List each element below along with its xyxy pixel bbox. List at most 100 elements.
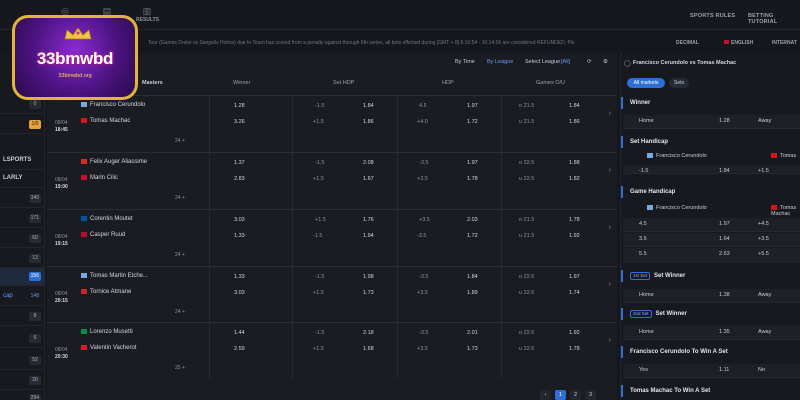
winner-odds-away[interactable]: 3.26 bbox=[234, 119, 245, 125]
first-set-odds[interactable]: 1.38 bbox=[719, 292, 730, 298]
team-away[interactable]: Marin Cilic bbox=[81, 175, 118, 181]
by-league-toggle[interactable]: By League bbox=[487, 59, 513, 65]
sidebar-item[interactable]: 1/0 bbox=[0, 116, 45, 134]
expand-arrow-icon[interactable]: › bbox=[609, 110, 611, 117]
fc-win-set-odds[interactable]: 1.11 bbox=[719, 367, 729, 373]
select-league-all[interactable]: [All] bbox=[561, 59, 570, 65]
set-handicap-odds[interactable]: 1.84 bbox=[719, 168, 730, 174]
game-handicap-row[interactable] bbox=[623, 218, 800, 232]
betting-tutorial-link[interactable]: BETTING TUTORIAL bbox=[748, 13, 800, 25]
winner-odds-home[interactable]: 1.37 bbox=[234, 160, 245, 166]
ou-odds-under[interactable]: 1.82 bbox=[569, 176, 580, 182]
page-1[interactable]: 1 bbox=[555, 390, 566, 400]
language-select[interactable]: ENGLISH bbox=[724, 38, 753, 48]
ou-odds-under[interactable]: 1.74 bbox=[569, 290, 580, 296]
expand-arrow-icon[interactable]: › bbox=[609, 281, 611, 288]
set-hdp-odds-away[interactable]: 1.67 bbox=[363, 176, 374, 182]
sidebar-item[interactable]: 156 bbox=[0, 268, 45, 286]
sidebar-item[interactable]: 13 bbox=[0, 250, 45, 268]
sidebar-item[interactable]: 60 bbox=[0, 230, 45, 248]
ou-odds-under[interactable]: 1.86 bbox=[569, 119, 580, 125]
set-hdp-odds-home[interactable]: 2.18 bbox=[363, 330, 374, 336]
sidebar-item[interactable]: 340 bbox=[0, 190, 45, 208]
winner-odds-away[interactable]: 2.59 bbox=[234, 346, 245, 352]
winner-odds-home[interactable]: 3.03 bbox=[234, 217, 245, 223]
game-handicap-odds[interactable]: 2.63 bbox=[719, 251, 730, 257]
set-hdp-odds-away[interactable]: 1.73 bbox=[363, 290, 374, 296]
sidebar-item[interactable]: 8 bbox=[0, 308, 45, 326]
hdp-odds-home[interactable]: 1.97 bbox=[467, 103, 478, 109]
results-link[interactable]: RESULTS bbox=[136, 17, 159, 23]
hdp-odds-away[interactable]: 1.73 bbox=[467, 346, 478, 352]
ou-odds-over[interactable]: 1.97 bbox=[569, 274, 580, 280]
expand-arrow-icon[interactable]: › bbox=[609, 337, 611, 344]
ou-odds-over[interactable]: 1.78 bbox=[569, 217, 580, 223]
tab-all-markets[interactable]: All markets bbox=[627, 78, 665, 88]
game-handicap-row[interactable] bbox=[623, 233, 800, 247]
set-hdp-odds-away[interactable]: 1.68 bbox=[363, 346, 374, 352]
expand-arrow-icon[interactable]: › bbox=[609, 224, 611, 231]
settings-icon[interactable]: ⚙ bbox=[603, 59, 608, 65]
sidebar-item[interactable]: 6 bbox=[0, 330, 45, 348]
sidebar-item[interactable]: 52 bbox=[0, 352, 45, 370]
page-2[interactable]: 2 bbox=[570, 390, 581, 400]
winner-odds-away[interactable]: 1.33 bbox=[234, 233, 245, 239]
hdp-odds-home[interactable]: 1.84 bbox=[467, 274, 478, 280]
more-markets-link[interactable]: 25 + bbox=[175, 365, 185, 371]
winner-odds-away[interactable]: 3.03 bbox=[234, 290, 245, 296]
site-logo[interactable]: 33bmwbd 33bmwbd.org bbox=[12, 15, 138, 100]
sidebar-item[interactable]: LARLY bbox=[0, 170, 45, 188]
odds-format-select[interactable]: DECIMAL bbox=[676, 38, 699, 48]
sidebar-item[interactable]: 20 bbox=[0, 372, 45, 390]
winner-odds-away[interactable]: 2.83 bbox=[234, 176, 245, 182]
sidebar-item[interactable]: cap 148 bbox=[0, 288, 45, 306]
sidebar-item[interactable]: 294 bbox=[0, 390, 45, 400]
set-hdp-odds-home[interactable]: 1.98 bbox=[363, 274, 374, 280]
hdp-odds-away[interactable]: 1.72 bbox=[467, 119, 478, 125]
hdp-odds-away[interactable]: 1.89 bbox=[467, 290, 478, 296]
expand-arrow-icon[interactable]: › bbox=[609, 167, 611, 174]
ou-odds-over[interactable]: 1.92 bbox=[569, 330, 580, 336]
ou-odds-over[interactable]: 1.84 bbox=[569, 103, 580, 109]
results-icon[interactable]: ▥ bbox=[142, 6, 152, 16]
set-hdp-odds-home[interactable]: 1.76 bbox=[363, 217, 374, 223]
set-handicap-row[interactable] bbox=[623, 166, 800, 174]
sidebar-item[interactable]: 171 bbox=[0, 210, 45, 228]
pagination-prev[interactable]: ‹ bbox=[540, 390, 551, 400]
team-away[interactable]: Valentin Vacherot bbox=[81, 345, 136, 351]
second-set-odds[interactable]: 1.35 bbox=[719, 329, 730, 335]
set-hdp-odds-away[interactable]: 1.94 bbox=[363, 233, 374, 239]
hdp-odds-away[interactable]: 1.78 bbox=[467, 176, 478, 182]
sidebar-item[interactable]: LSPORTS bbox=[0, 152, 45, 170]
winner-odds-home[interactable]: 1.28 bbox=[234, 103, 245, 109]
team-home[interactable]: Lorenzo Musetti bbox=[81, 329, 133, 335]
more-markets-link[interactable]: 24 + bbox=[175, 309, 185, 315]
page-3[interactable]: 3 bbox=[585, 390, 596, 400]
back-icon[interactable]: ◯ bbox=[624, 60, 631, 67]
by-time-toggle[interactable]: By Time bbox=[455, 59, 475, 65]
game-handicap-odds[interactable]: 1.97 bbox=[719, 221, 730, 227]
team-home[interactable]: Tomas Martin Etche... bbox=[81, 273, 148, 279]
more-markets-link[interactable]: 24 + bbox=[175, 195, 185, 201]
set-hdp-odds-away[interactable]: 1.86 bbox=[363, 119, 374, 125]
select-league-dropdown[interactable]: Select League bbox=[525, 59, 560, 65]
winner-odds-home[interactable]: 1.44 bbox=[234, 330, 245, 336]
winner-odds-home[interactable]: 1.33 bbox=[234, 274, 245, 280]
hdp-odds-home[interactable]: 2.03 bbox=[467, 217, 478, 223]
tab-sets[interactable]: Sets bbox=[669, 78, 689, 88]
timezone-select[interactable]: INTERNAT bbox=[772, 38, 797, 48]
team-away[interactable]: Tomas Machac bbox=[81, 118, 130, 124]
winner-home-odds[interactable]: 1.28 bbox=[719, 118, 730, 124]
team-away[interactable]: Tornice Atmane bbox=[81, 289, 131, 295]
set-hdp-odds-home[interactable]: 2.08 bbox=[363, 160, 374, 166]
game-handicap-odds[interactable]: 1.64 bbox=[719, 236, 730, 242]
refresh-icon[interactable]: ⟳ bbox=[587, 59, 592, 65]
team-home[interactable]: Corentin Moutet bbox=[81, 216, 133, 222]
ou-odds-over[interactable]: 1.88 bbox=[569, 160, 580, 166]
hdp-odds-home[interactable]: 1.97 bbox=[467, 160, 478, 166]
set-hdp-odds-home[interactable]: 1.84 bbox=[363, 103, 374, 109]
hdp-odds-home[interactable]: 2.01 bbox=[467, 330, 478, 336]
ou-odds-under[interactable]: 1.92 bbox=[569, 233, 580, 239]
more-markets-link[interactable]: 24 + bbox=[175, 252, 185, 258]
ou-odds-under[interactable]: 1.78 bbox=[569, 346, 580, 352]
